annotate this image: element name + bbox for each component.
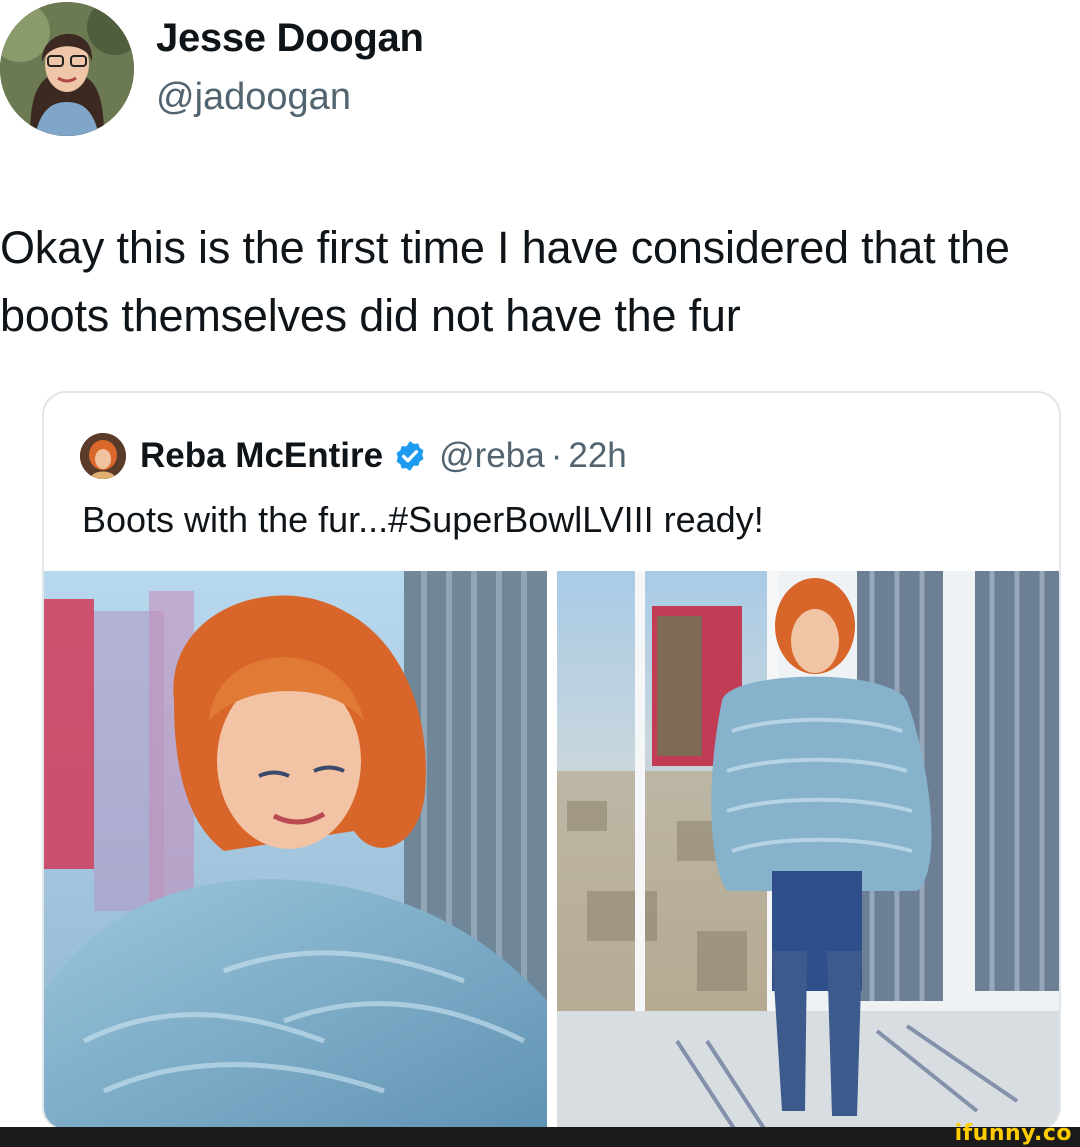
quoted-tweet-time[interactable]: 22h: [568, 436, 626, 476]
tweet-text: Okay this is the first time I have consi…: [0, 222, 1010, 341]
author-handle[interactable]: @jadoogan: [156, 76, 351, 119]
verified-badge-icon: [396, 441, 424, 471]
quoted-tweet-card[interactable]: Reba McEntire @reba · 22h Boots with the…: [42, 391, 1061, 1131]
quoted-author-avatar[interactable]: [80, 433, 126, 479]
quoted-author-name[interactable]: Reba McEntire: [140, 436, 383, 476]
author-avatar[interactable]: [0, 2, 134, 136]
separator-dot: ·: [550, 436, 563, 475]
quoted-author-handle[interactable]: @reba: [439, 436, 545, 476]
ifunny-watermark: ifunny.co: [954, 1121, 1072, 1146]
tweet-photo-fullbody[interactable]: [557, 571, 1059, 1129]
tweet-photo-closeup[interactable]: [44, 571, 547, 1129]
quoted-tweet-header: Reba McEntire @reba · 22h: [80, 431, 627, 481]
quoted-tweet-text: Boots with the fur...#SuperBowlLVIII rea…: [82, 499, 764, 540]
author-name[interactable]: Jesse Doogan: [156, 16, 424, 61]
footer-bar: [0, 1127, 1080, 1147]
